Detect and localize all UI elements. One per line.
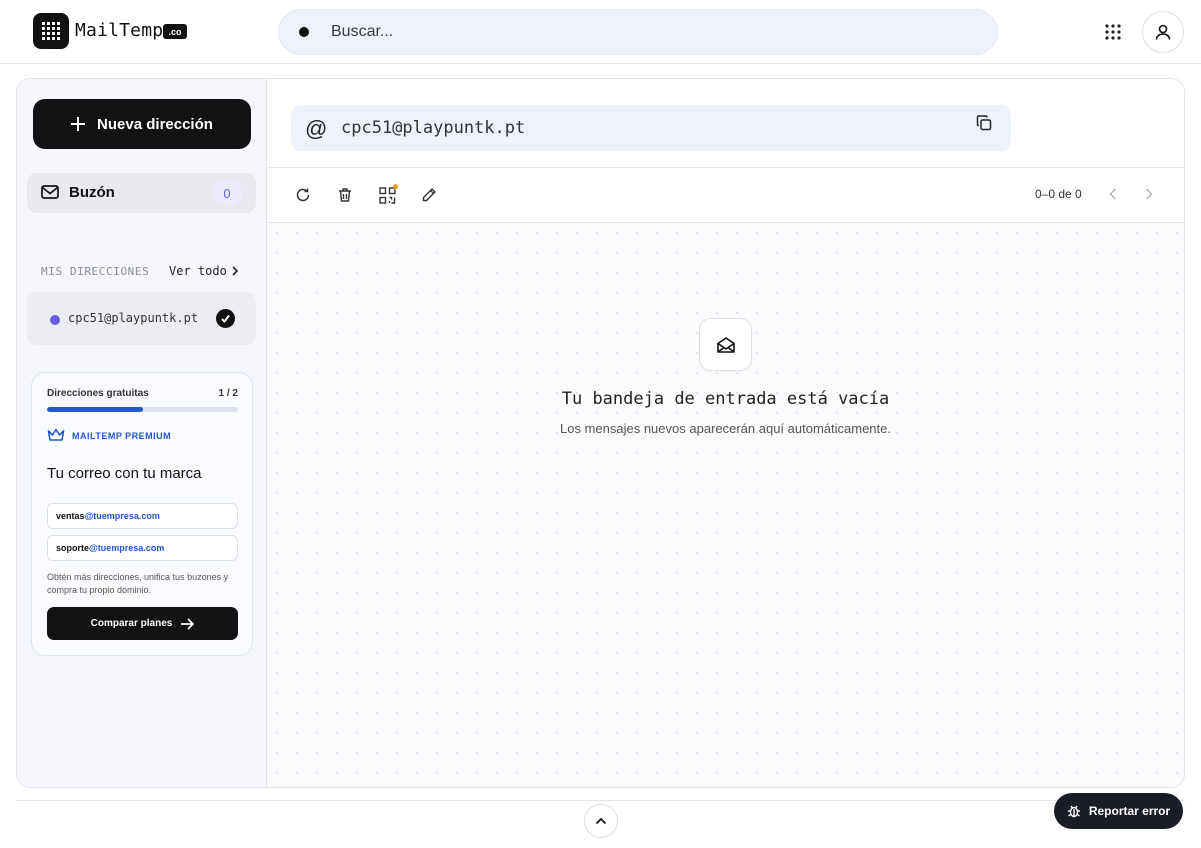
grid-dots-icon [42, 22, 60, 40]
free-addresses-count: 1 / 2 [218, 388, 238, 399]
current-address-bar: @ cpc51@playpuntk.pt [291, 105, 1011, 151]
compare-plans-button[interactable]: Comparar planes [47, 607, 238, 640]
free-addresses-progress [47, 407, 238, 412]
new-address-button[interactable]: Nueva dirección [33, 99, 251, 149]
copy-address-button[interactable] [976, 115, 994, 133]
see-all-label: Ver todo [169, 264, 227, 278]
next-page-button[interactable] [1139, 184, 1159, 204]
empty-state-subtitle: Los mensajes nuevos aparecerán aquí auto… [560, 421, 891, 436]
arrow-right-icon [181, 617, 195, 630]
footer-divider [16, 800, 1185, 801]
promo-title: Tu correo con tu marca [47, 465, 202, 482]
address-email: cpc51@playpuntk.pt [68, 311, 199, 325]
mailbox-content: @ cpc51@playpuntk.pt 0–0 de 0 Tu bandeja… [267, 79, 1184, 787]
delete-button[interactable] [335, 185, 355, 205]
example-email-sales: ventas @tuempresa.com [47, 503, 238, 529]
premium-label: MAILTEMP PREMIUM [72, 431, 172, 441]
promo-description: Obtén más direcciones, unifica tus buzon… [47, 572, 229, 595]
address-list-item[interactable]: cpc51@playpuntk.pt [27, 292, 256, 345]
qr-code-icon [378, 186, 396, 204]
mail-toolbar: 0–0 de 0 [267, 168, 1184, 222]
crown-icon [47, 428, 65, 441]
report-error-button[interactable]: Reportar error [1054, 793, 1183, 829]
chevron-up-icon [595, 817, 607, 825]
expand-footer-button[interactable] [584, 804, 618, 838]
domain-badge: .co [163, 24, 187, 39]
example-domain: @tuempresa.com [89, 543, 165, 553]
copy-icon [976, 115, 992, 131]
empty-inbox-icon [699, 318, 752, 371]
pagination-text: 0–0 de 0 [1035, 187, 1082, 201]
user-menu-button[interactable] [1142, 11, 1184, 53]
inbox-label: Buzón [69, 184, 115, 201]
selected-check-icon [216, 309, 235, 328]
apps-button[interactable] [1101, 20, 1125, 44]
chevron-left-icon [1109, 188, 1117, 200]
address-color-dot [50, 315, 60, 325]
sidebar: Nueva dirección Buzón 0 MIS DIRECCIONES … [17, 79, 267, 787]
top-bar: MailTemp .co [0, 0, 1201, 64]
chevron-right-icon [1145, 188, 1153, 200]
current-address: cpc51@playpuntk.pt [341, 118, 526, 138]
progress-fill [47, 407, 143, 412]
app-name: MailTemp [75, 20, 164, 41]
search-bar[interactable] [278, 9, 998, 55]
apps-grid-icon [1105, 24, 1121, 40]
search-input[interactable] [331, 10, 971, 54]
envelope-open-icon [716, 336, 735, 353]
bug-icon [1067, 805, 1080, 818]
refresh-icon [296, 188, 310, 202]
chevron-right-icon [232, 266, 238, 276]
pencil-icon [422, 188, 436, 202]
notification-dot [393, 184, 398, 189]
example-user: soporte [56, 543, 90, 553]
example-user: ventas [56, 511, 85, 521]
at-sign-icon: @ [305, 116, 328, 141]
addresses-heading: MIS DIRECCIONES [41, 265, 150, 278]
empty-state-title: Tu bandeja de entrada está vacía [561, 389, 890, 409]
inbox-count-badge: 0 [212, 181, 242, 205]
plus-icon [71, 117, 86, 131]
search-dot-icon [299, 27, 309, 37]
report-error-label: Reportar error [1088, 804, 1171, 818]
example-email-support: soporte @tuempresa.com [47, 535, 238, 561]
new-address-label: Nueva dirección [97, 115, 213, 133]
main-frame: Nueva dirección Buzón 0 MIS DIRECCIONES … [16, 78, 1185, 788]
logo[interactable] [33, 13, 69, 49]
compare-plans-label: Comparar planes [90, 618, 173, 629]
edit-address-button[interactable] [419, 185, 439, 205]
see-all-link[interactable]: Ver todo [169, 264, 239, 278]
premium-promo-card: Direcciones gratuitas 1 / 2 MAILTEMP PRE… [31, 372, 253, 656]
prev-page-button[interactable] [1103, 184, 1123, 204]
example-domain: @tuempresa.com [84, 511, 160, 521]
user-icon [1155, 24, 1171, 40]
trash-icon [339, 188, 351, 202]
free-addresses-label: Direcciones gratuitas [47, 388, 149, 399]
mail-icon [41, 185, 59, 199]
sidebar-item-inbox[interactable]: Buzón 0 [27, 173, 256, 213]
refresh-button[interactable] [293, 185, 313, 205]
message-list: Tu bandeja de entrada está vacía Los men… [267, 223, 1184, 787]
qr-code-button[interactable] [377, 184, 398, 205]
